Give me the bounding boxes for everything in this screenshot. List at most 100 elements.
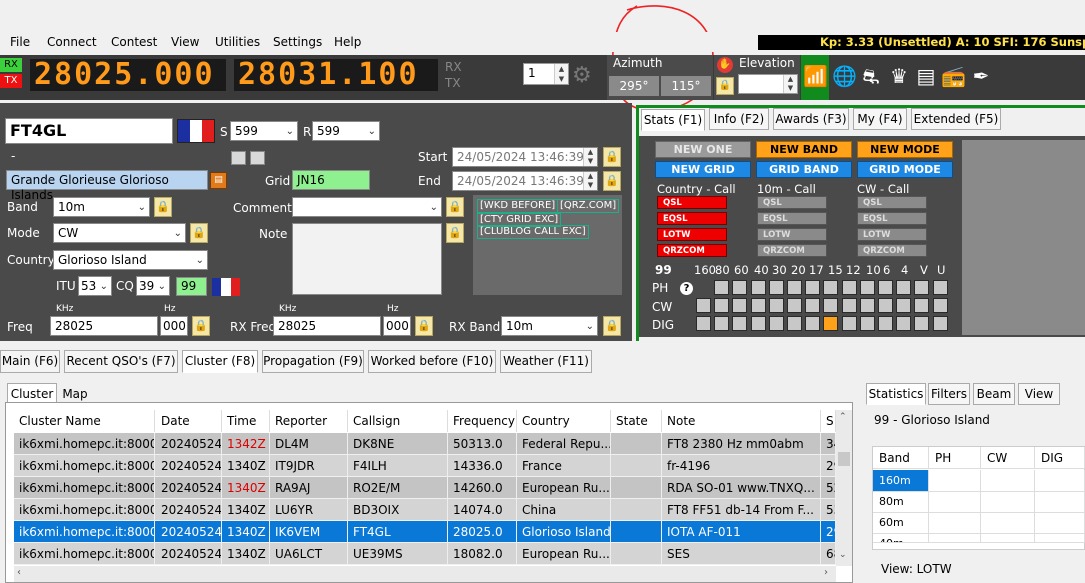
mode-select[interactable]: CW ⌄ bbox=[53, 223, 186, 243]
menu-utilities[interactable]: Utilities bbox=[215, 35, 260, 49]
scroll-thumb[interactable] bbox=[838, 452, 850, 466]
menu-help[interactable]: Help bbox=[334, 35, 361, 49]
column-header-note[interactable]: Note bbox=[662, 410, 821, 432]
tab-worked-before[interactable]: Worked before (F10) bbox=[368, 350, 496, 373]
crown-icon[interactable]: ♛ bbox=[887, 64, 911, 88]
menu-view[interactable]: View bbox=[171, 35, 199, 49]
stat-cell bbox=[981, 512, 1035, 534]
scroll-down-icon[interactable]: ⌄ bbox=[839, 550, 847, 560]
tab-stats[interactable]: Stats (F1) bbox=[641, 109, 705, 131]
rst-rcvd-select[interactable]: 599 ⌄ bbox=[312, 121, 380, 141]
column-header-callsign[interactable]: Callsign bbox=[348, 410, 448, 432]
column-header-reporter[interactable]: Reporter bbox=[270, 410, 348, 432]
tab-beam[interactable]: Beam bbox=[973, 383, 1015, 405]
freq-khz-input[interactable]: 28025 bbox=[50, 316, 158, 336]
satellite-icon[interactable]: ⛐ bbox=[859, 64, 883, 88]
radio-icon[interactable]: 📻 bbox=[941, 64, 966, 88]
signal-icon[interactable]: 📶 bbox=[803, 64, 828, 88]
table-row[interactable]: ik6xmi.homepc.it:8000 20240524 1342Z DL4M DK… bbox=[14, 433, 836, 455]
menu-file[interactable]: File bbox=[10, 35, 30, 49]
column-header-frequency[interactable]: Frequency bbox=[448, 410, 517, 432]
gear-icon[interactable]: ⚙ bbox=[572, 64, 596, 88]
cq-select[interactable]: 39 ⌄ bbox=[136, 276, 170, 296]
start-datetime[interactable]: 24/05/2024 13:46:39 ▲ ▼ bbox=[452, 147, 598, 167]
scroll-right-icon[interactable]: › bbox=[824, 567, 828, 578]
freq-hz-input[interactable]: 000 bbox=[160, 316, 188, 336]
note-textarea[interactable] bbox=[292, 223, 442, 295]
spin-arrows-icon[interactable]: ▲ ▼ bbox=[583, 148, 597, 166]
table-row[interactable]: ik6xmi.homepc.it:8000 20240524 1340Z IK6VEM… bbox=[14, 521, 836, 543]
pen-icon[interactable]: ✒ bbox=[969, 64, 993, 88]
server-icon[interactable]: ▤ bbox=[914, 64, 938, 88]
lock-icon[interactable]: 🔒 bbox=[446, 223, 464, 243]
rx-freq-hz-input[interactable]: 000 bbox=[383, 316, 411, 336]
table-row[interactable]: ik6xmi.homepc.it:8000 20240524 1340Z RA9AJ R… bbox=[14, 477, 836, 499]
table-row[interactable]: ik6xmi.homepc.it:8000 20240524 1340Z LU6YR B… bbox=[14, 499, 836, 521]
horizontal-scrollbar[interactable]: ‹ › bbox=[14, 566, 836, 582]
tab-cluster[interactable]: Cluster (F8) bbox=[182, 350, 258, 373]
tab-propagation[interactable]: Propagation (F9) bbox=[262, 350, 364, 373]
tab-my[interactable]: My (F4) bbox=[853, 108, 907, 130]
tab-awards[interactable]: Awards (F3) bbox=[773, 108, 849, 130]
globe-icon[interactable]: 🌐 bbox=[832, 64, 857, 88]
stat-band-40m[interactable]: 40m bbox=[873, 533, 929, 543]
comment-input[interactable]: ⌄ bbox=[292, 197, 442, 217]
scroll-up-icon[interactable]: ⌃ bbox=[839, 412, 847, 422]
spin-arrows-icon[interactable]: ▲ ▼ bbox=[554, 64, 568, 84]
menu-settings[interactable]: Settings bbox=[273, 35, 322, 49]
lock-icon[interactable]: 🔒 bbox=[716, 77, 734, 95]
help-icon[interactable]: ? bbox=[680, 282, 693, 295]
stat-band-60m[interactable]: 60m bbox=[873, 512, 929, 534]
tab-statistics[interactable]: Statistics bbox=[866, 383, 926, 405]
band-select[interactable]: 10m ⌄ bbox=[53, 197, 150, 217]
lock-icon[interactable]: 🔒 bbox=[415, 316, 433, 336]
itu-select[interactable]: 53 ⌄ bbox=[78, 276, 112, 296]
stop-hand-icon[interactable]: ✋ bbox=[717, 57, 733, 73]
rx-band-select[interactable]: 10m ⌄ bbox=[501, 316, 598, 336]
small-button-1[interactable] bbox=[231, 151, 246, 165]
lock-icon[interactable]: 🔒 bbox=[154, 197, 172, 217]
table-row[interactable]: ik6xmi.homepc.it:8000 20240524 1340Z UA6LCT… bbox=[14, 543, 836, 565]
lock-icon[interactable]: 🔒 bbox=[446, 197, 464, 217]
column-header-date[interactable]: Date bbox=[156, 410, 222, 432]
column-header-s[interactable]: S bbox=[821, 410, 836, 432]
tab-recent-qsos[interactable]: Recent QSO's (F7) bbox=[64, 350, 178, 373]
callsign-input[interactable]: FT4GL bbox=[5, 118, 173, 144]
name-input[interactable]: Grande Glorieuse Glorioso Islands bbox=[6, 170, 208, 202]
spin-arrows-icon[interactable]: ▲ ▼ bbox=[783, 75, 797, 93]
lock-icon[interactable]: 🔒 bbox=[603, 171, 621, 191]
country-select[interactable]: Glorioso Island ⌄ bbox=[53, 250, 208, 270]
table-row[interactable]: ik6xmi.homepc.it:8000 20240524 1340Z IT9JDR… bbox=[14, 455, 836, 477]
grid-input[interactable]: JN16 bbox=[292, 170, 370, 190]
vfo-spin[interactable]: 1 ▲ ▼ bbox=[523, 63, 569, 85]
tab-view[interactable]: View bbox=[1018, 383, 1060, 405]
menu-contest[interactable]: Contest bbox=[111, 35, 157, 49]
tab-weather[interactable]: Weather (F11) bbox=[500, 350, 592, 373]
stat-band-160m[interactable]: 160m bbox=[873, 470, 929, 492]
vertical-scrollbar[interactable]: ⌃ ⌄ bbox=[836, 410, 852, 566]
spin-arrows-icon[interactable]: ▲ ▼ bbox=[583, 172, 597, 190]
rst-sent-select[interactable]: 599 ⌄ bbox=[230, 121, 298, 141]
tab-filters[interactable]: Filters bbox=[928, 383, 970, 405]
menu-connect[interactable]: Connect bbox=[47, 35, 97, 49]
lock-icon[interactable]: 🔒 bbox=[190, 223, 208, 243]
table-cell: IK6VEM bbox=[270, 521, 348, 543]
stat-band-80m[interactable]: 80m bbox=[873, 491, 929, 513]
tab-main[interactable]: Main (F6) bbox=[0, 350, 60, 373]
column-header-country[interactable]: Country bbox=[517, 410, 611, 432]
band-mode-cell bbox=[823, 298, 839, 313]
qrz-lookup-icon[interactable]: ▤ bbox=[210, 172, 227, 189]
tab-extended[interactable]: Extended (F5) bbox=[911, 108, 1001, 130]
small-button-2[interactable] bbox=[250, 151, 265, 165]
lock-icon[interactable]: 🔒 bbox=[192, 316, 210, 336]
column-header-time[interactable]: Time bbox=[222, 410, 270, 432]
lock-icon[interactable]: 🔒 bbox=[603, 147, 621, 167]
elevation-input[interactable]: 0 ▲ ▼ bbox=[738, 74, 798, 94]
tab-info[interactable]: Info (F2) bbox=[709, 108, 769, 130]
lock-icon[interactable]: 🔒 bbox=[603, 316, 621, 336]
rx-freq-khz-input[interactable]: 28025 bbox=[273, 316, 381, 336]
column-header-cluster-name[interactable]: Cluster Name bbox=[14, 410, 155, 432]
column-header-state[interactable]: State bbox=[611, 410, 662, 432]
scroll-left-icon[interactable]: ‹ bbox=[17, 567, 21, 578]
end-datetime[interactable]: 24/05/2024 13:46:39 ▲ ▼ bbox=[452, 171, 598, 191]
